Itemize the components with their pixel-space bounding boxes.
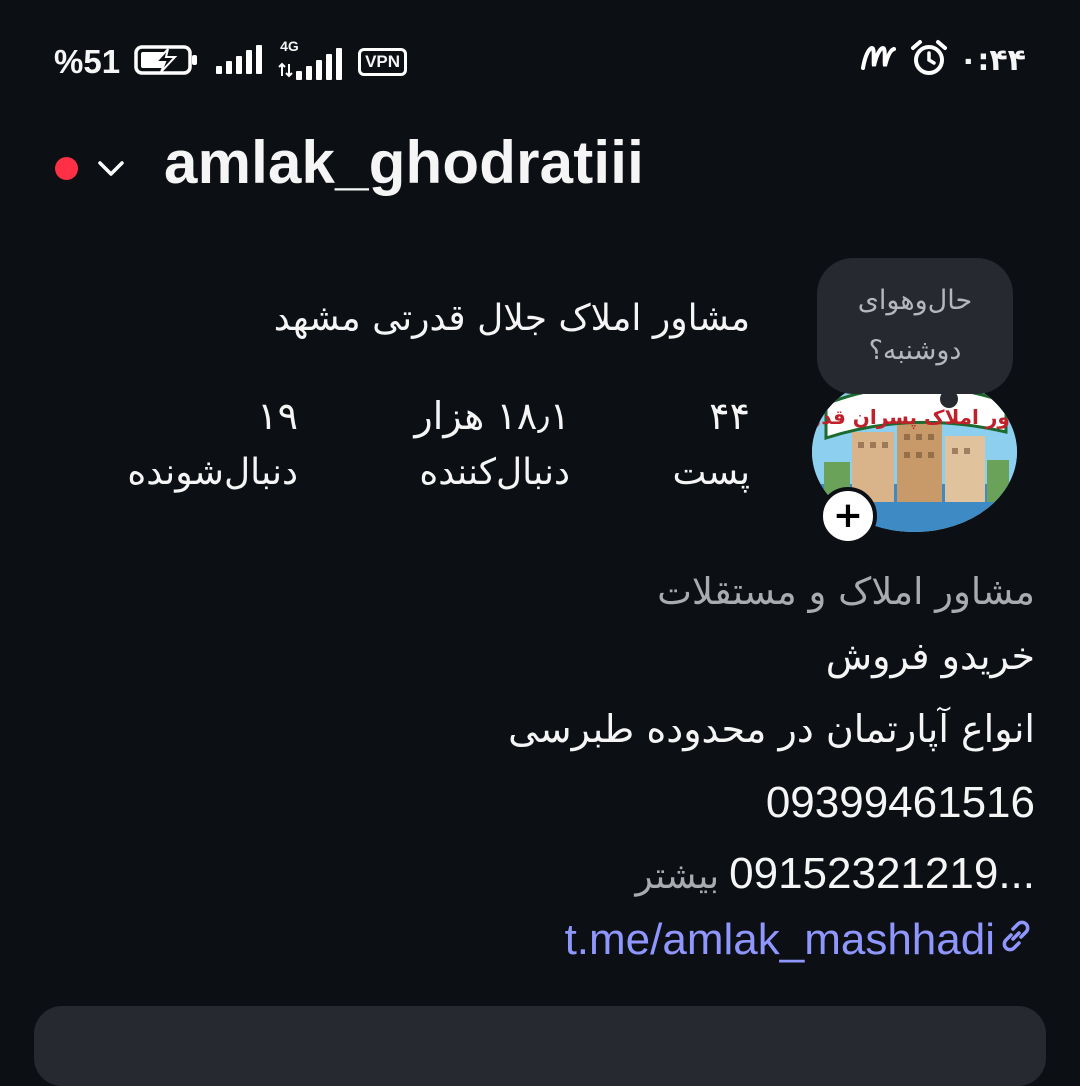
- stat-followers-label: دنبال‌کننده: [419, 452, 570, 493]
- battery-percent: %51: [54, 43, 121, 80]
- stat-followers[interactable]: ۱۸٫۱ هزار دنبال‌کننده: [414, 392, 570, 502]
- bio-line: انواع آپارتمان در محدوده طبرسی: [508, 707, 1035, 751]
- signal-bars-4g-icon: 4G: [278, 38, 344, 82]
- stat-following-count: ۱۹: [257, 394, 298, 438]
- avatar-logo-text: مشاور املاک پسران قدرتی: [812, 405, 1017, 430]
- signal-bars-icon: [214, 44, 264, 80]
- alarm-icon: [909, 38, 949, 82]
- add-story-button[interactable]: +: [819, 487, 877, 545]
- stat-following[interactable]: ۱۹ دنبال‌شونده: [127, 392, 298, 502]
- bio-phone: 09152321219...: [729, 849, 1035, 898]
- note-bubble-tail: [940, 390, 958, 408]
- status-bar-right: ۰:۴۴: [859, 38, 1026, 82]
- stat-posts-count: ۴۴: [709, 394, 750, 438]
- status-bar-left: %51 4G VPN: [54, 38, 408, 84]
- status-time: ۰:۴۴: [959, 42, 1026, 78]
- stat-posts[interactable]: ۴۴ پست: [673, 392, 750, 502]
- bio-category: مشاور املاک و مستقلات: [657, 570, 1035, 613]
- chevron-down-icon[interactable]: [96, 156, 126, 186]
- profile-full-name: مشاور املاک جلال قدرتی مشهد: [273, 298, 750, 339]
- bio-more-link[interactable]: بیشتر: [635, 856, 719, 897]
- battery-charging-icon: [134, 44, 200, 80]
- stat-following-label: دنبال‌شونده: [127, 452, 298, 493]
- vpn-icon: VPN: [358, 48, 408, 76]
- bio-line: خریدو فروش: [825, 634, 1035, 678]
- note-bubble[interactable]: حال‌و‌هوای دوشنبه؟: [817, 258, 1013, 394]
- stat-posts-label: پست: [672, 452, 750, 493]
- bio-link-text[interactable]: t.me/amlak_mashhadi: [565, 915, 995, 965]
- live-indicator-dot: [55, 157, 78, 180]
- bottom-card[interactable]: [34, 1006, 1046, 1086]
- stat-followers-count: ۱۸٫۱ هزار: [414, 394, 570, 438]
- profile-username[interactable]: amlak_ghodratiii: [164, 128, 644, 197]
- bio-more-row: بیشتر 09152321219...: [635, 849, 1035, 899]
- bio-link[interactable]: t.me/amlak_mashhadi: [565, 915, 1035, 965]
- link-icon: [997, 917, 1035, 964]
- note-text: حال‌و‌هوای دوشنبه؟: [857, 285, 973, 366]
- bio-phone: 09399461516: [765, 778, 1035, 827]
- m-app-icon: [859, 42, 899, 78]
